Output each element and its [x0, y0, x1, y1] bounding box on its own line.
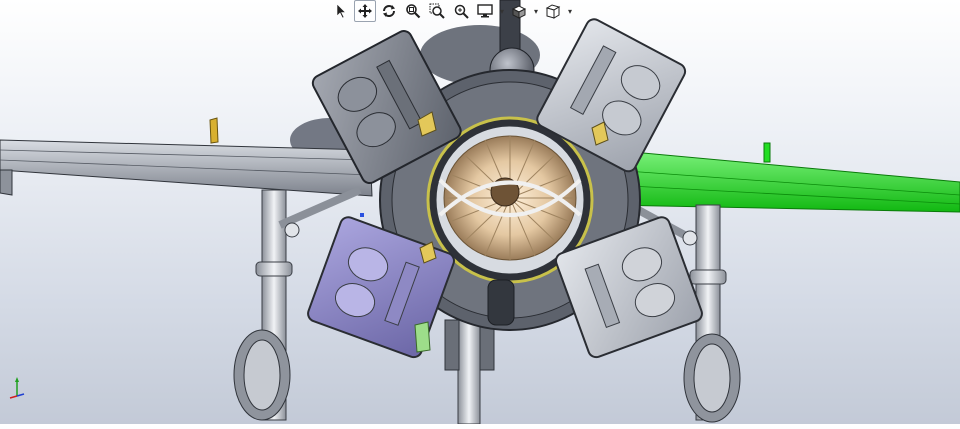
- zoom-to-area-icon[interactable]: [426, 0, 448, 22]
- view-cube-icon[interactable]: [542, 0, 564, 22]
- standard-views-dropdown-icon[interactable]: ▾: [566, 7, 574, 16]
- coordinate-triad-icon: [9, 377, 25, 399]
- graphics-viewport[interactable]: [0, 0, 960, 425]
- zoom-to-fit-icon[interactable]: [402, 0, 424, 22]
- view-orientation-icon[interactable]: [508, 0, 530, 22]
- aircraft-model: [0, 0, 960, 425]
- rotate-icon[interactable]: [378, 0, 400, 22]
- pan-move-icon[interactable]: [354, 0, 376, 22]
- view-orientation-dropdown-icon[interactable]: ▾: [532, 7, 540, 16]
- zoom-in-out-icon[interactable]: [450, 0, 472, 22]
- display-monitor-icon[interactable]: [474, 0, 496, 22]
- display-style-dropdown-icon[interactable]: ▾: [498, 7, 506, 16]
- select-arrow-icon[interactable]: [330, 0, 352, 22]
- view-toolbar: ▾ ▾ ▾: [330, 0, 574, 22]
